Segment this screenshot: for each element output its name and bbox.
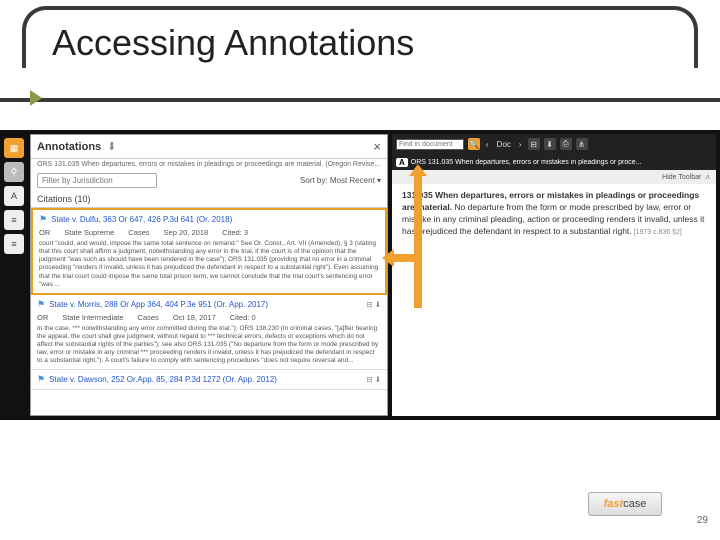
callout-arrow-left xyxy=(392,254,414,262)
download-icon[interactable]: ⬇ xyxy=(107,140,116,153)
slide-title: Accessing Annotations xyxy=(52,22,414,64)
statute-tail: [1973 c.836 §2] xyxy=(632,229,682,236)
case-link[interactable]: State v. Dulfu, 363 Or 647, 426 P.3d 641… xyxy=(51,215,232,224)
cited: Cited: 3 xyxy=(222,228,248,237)
close-icon[interactable]: × xyxy=(373,139,381,154)
document-panel: 🔍 ‹ Doc › ⊟ ⬇ ⎙ ⋔ A ORS 131.035 When dep… xyxy=(392,134,716,416)
doc-prev[interactable]: ‹ xyxy=(486,140,489,149)
rail-icon-list[interactable]: ≡ xyxy=(4,210,24,230)
citation-item-2[interactable]: ⚑ State v. Morris, 288 Or App 364, 404 P… xyxy=(31,295,387,371)
save-icon[interactable]: ⊟ ⬇ xyxy=(366,375,381,384)
save-icon[interactable]: ⊟ ⬇ xyxy=(366,300,381,309)
date: Oct 18, 2017 xyxy=(173,313,216,322)
annotations-header: Annotations ⬇ × xyxy=(31,135,387,159)
filter-jurisdiction-input[interactable] xyxy=(37,173,157,188)
tool-rail: ▦ ⚲ A ≡ ≡ xyxy=(2,134,28,414)
flag-icon: ⚑ xyxy=(37,374,45,385)
share-icon[interactable]: ⋔ xyxy=(576,138,588,150)
doc-title: ORS 131.035 When departures, errors or m… xyxy=(411,159,642,166)
app-screenshot: ▦ ⚲ A ≡ ≡ Annotations ⬇ × ORS 131.035 Wh… xyxy=(0,130,720,420)
download-icon[interactable]: ⬇ xyxy=(544,138,556,150)
doc-next[interactable]: › xyxy=(519,140,522,149)
print-icon[interactable]: ⎙ xyxy=(560,138,572,150)
case-excerpt: court "could, and would, impose the same… xyxy=(39,240,379,289)
bullet-arrow-icon xyxy=(30,90,42,106)
chevron-up-icon[interactable]: ˄ xyxy=(705,173,710,182)
citation-item-1[interactable]: ⚑ State v. Dulfu, 363 Or 647, 426 P.3d 6… xyxy=(31,208,387,295)
sort-by-label: Sort by: Most Recent ▾ xyxy=(300,176,381,185)
annotation-badge[interactable]: A xyxy=(396,158,408,167)
rail-icon-list2[interactable]: ≡ xyxy=(4,234,24,254)
type: Cases xyxy=(138,313,159,322)
filter-row: Sort by: Most Recent ▾ xyxy=(31,170,387,191)
flag-icon: ⚑ xyxy=(37,299,45,310)
citations-tab[interactable]: Citations (10) xyxy=(31,191,387,208)
annotations-subtitle: ORS 131.035 When departures, errors or m… xyxy=(31,159,387,170)
flag-icon: ⚑ xyxy=(39,214,47,225)
court: State Intermediate xyxy=(62,313,123,322)
callout-arrow-up xyxy=(414,174,422,308)
doc-toolbar: 🔍 ‹ Doc › ⊟ ⬇ ⎙ ⋔ xyxy=(392,134,716,154)
find-in-document-input[interactable] xyxy=(396,139,464,150)
rail-icon-auth[interactable]: A xyxy=(4,186,24,206)
fastcase-logo: fastcase xyxy=(588,492,662,516)
page-number: 29 xyxy=(697,515,708,526)
doc-title-bar: A ORS 131.035 When departures, errors or… xyxy=(392,154,716,170)
doc-label: Doc xyxy=(497,140,511,149)
rail-icon-link[interactable]: ⚲ xyxy=(4,162,24,182)
cited: Cited: 0 xyxy=(230,313,256,322)
doc-body: 131.035 When departures, errors or mista… xyxy=(392,184,716,244)
annotations-title: Annotations xyxy=(37,141,101,153)
title-underline xyxy=(0,98,720,102)
case-link[interactable]: State v. Morris, 288 Or App 364, 404 P.3… xyxy=(49,300,268,309)
citation-item-3[interactable]: ⚑ State v. Dawson, 252 Or.App. 85, 284 P… xyxy=(31,370,387,390)
case-excerpt: In the case, *** notwithstanding any err… xyxy=(37,325,381,366)
doc-subtoolbar: Hide Toolbar ˄ xyxy=(392,170,716,184)
court: State Supreme xyxy=(64,228,114,237)
jur: OR xyxy=(37,313,48,322)
type: Cases xyxy=(128,228,149,237)
jur: OR xyxy=(39,228,50,237)
search-icon[interactable]: 🔍 xyxy=(468,138,480,150)
case-link[interactable]: State v. Dawson, 252 Or.App. 85, 284 P.3… xyxy=(49,375,277,384)
save-icon[interactable]: ⊟ xyxy=(528,138,540,150)
hide-toolbar-button[interactable]: Hide Toolbar xyxy=(662,174,701,181)
date: Sep 20, 2018 xyxy=(164,228,209,237)
annotations-panel: Annotations ⬇ × ORS 131.035 When departu… xyxy=(30,134,388,416)
rail-icon-doc[interactable]: ▦ xyxy=(4,138,24,158)
